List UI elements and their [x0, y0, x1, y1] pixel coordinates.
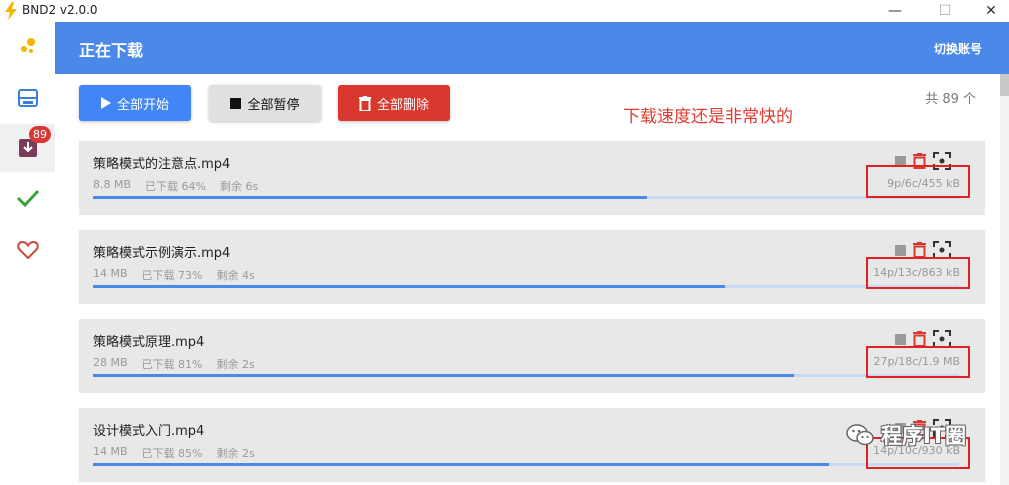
task-meta: 14 MB 已下载 85% 剩余 2s: [93, 445, 255, 461]
page-title: 正在下载: [79, 41, 144, 60]
trash-icon[interactable]: [913, 331, 926, 347]
speed-annotation: 下载速度还是非常快的: [623, 107, 793, 127]
task-card[interactable]: 策略模式示例演示.mp4 14 MB 已下载 73% 剩余 4s 14p/13c…: [79, 230, 985, 304]
sidebar-item-inbox[interactable]: [0, 74, 55, 122]
task-size: 14 MB: [93, 267, 128, 280]
pause-all-label: 全部暂停: [247, 97, 300, 113]
stop-icon[interactable]: [895, 244, 906, 256]
delete-all-label: 全部删除: [376, 97, 429, 113]
inbox-icon: [17, 89, 38, 107]
task-remaining: 剩余 6s: [219, 180, 259, 193]
task-progress-bar: [93, 463, 959, 466]
minimize-button[interactable]: —: [872, 0, 918, 22]
sidebar-item-logo[interactable]: [0, 22, 55, 70]
task-size: 8.8 MB: [93, 178, 132, 191]
task-downloaded: 已下载 64%: [145, 180, 206, 193]
sidebar: 89: [0, 22, 56, 485]
task-card[interactable]: 策略模式原理.mp4 28 MB 已下载 81% 剩余 2s 27p/18c/1…: [79, 319, 985, 393]
maximize-button[interactable]: ☐: [922, 0, 968, 22]
task-progress-fill: [93, 285, 726, 288]
trash-icon: [358, 95, 371, 111]
checkmark-icon: [16, 189, 39, 208]
trash-icon[interactable]: [913, 242, 926, 258]
downloading-count-badge: 89: [29, 126, 51, 143]
task-downloaded: 已下载 81%: [141, 358, 203, 371]
switch-account-link[interactable]: 切换账号: [934, 40, 982, 57]
dots-logo-icon: [20, 38, 35, 53]
start-all-label: 全部开始: [116, 97, 169, 113]
sidebar-item-favorites[interactable]: [0, 226, 55, 274]
sidebar-item-downloading[interactable]: 89: [0, 124, 55, 172]
task-size: 28 MB: [93, 356, 128, 369]
title-bar: BND2 v2.0.0 — ☐ ✕: [0, 0, 1009, 22]
task-size: 14 MB: [93, 445, 128, 458]
task-progress-fill: [93, 463, 830, 466]
sidebar-item-completed[interactable]: [0, 174, 55, 222]
task-progress-fill: [93, 374, 795, 377]
task-downloaded: 已下载 85%: [141, 447, 203, 460]
start-all-button[interactable]: 全部开始: [79, 85, 191, 121]
watermark-text: 程序IT圈: [881, 424, 967, 448]
wechat-icon: [846, 424, 874, 446]
close-button[interactable]: ✕: [968, 0, 1009, 22]
play-icon: [100, 97, 111, 109]
task-meta: 28 MB 已下载 81% 剩余 2s: [93, 356, 255, 372]
task-filename: 设计模式入门.mp4: [93, 424, 205, 439]
heart-icon: [16, 240, 39, 260]
task-filename: 策略模式示例演示.mp4: [93, 246, 231, 261]
pause-all-button[interactable]: 全部暂停: [209, 85, 321, 121]
task-progress-bar: [93, 374, 959, 377]
task-card[interactable]: 策略模式的注意点.mp4 8.8 MB 已下载 64% 剩余 6s 9p/6c/…: [79, 141, 985, 215]
task-meta: 14 MB 已下载 73% 剩余 4s: [93, 267, 255, 283]
task-progress-bar: [93, 285, 959, 288]
task-remaining: 剩余 4s: [216, 269, 255, 282]
speed-highlight-box: [866, 257, 970, 289]
delete-all-button[interactable]: 全部删除: [338, 85, 450, 121]
task-downloaded: 已下载 73%: [141, 269, 203, 282]
speed-highlight-box: [866, 165, 970, 198]
scrollbar-thumb[interactable]: [1000, 74, 1009, 96]
total-count: 共 89 个: [925, 92, 976, 107]
lightning-icon: [5, 2, 17, 20]
task-remaining: 剩余 2s: [216, 447, 255, 460]
stop-icon: [230, 97, 242, 109]
task-meta: 8.8 MB 已下载 64% 剩余 6s: [93, 178, 258, 194]
task-progress-fill: [93, 196, 648, 199]
task-filename: 策略模式原理.mp4: [93, 335, 205, 350]
stop-icon[interactable]: [895, 333, 906, 345]
task-filename: 策略模式的注意点.mp4: [93, 157, 231, 172]
window-title: BND2 v2.0.0: [22, 3, 98, 17]
watermark: 程序IT圈: [845, 420, 966, 450]
task-progress-bar: [93, 196, 959, 199]
page-header: 正在下载 切换账号: [55, 22, 1009, 74]
speed-highlight-box: [866, 346, 970, 378]
scrollbar[interactable]: [1000, 74, 1009, 485]
task-remaining: 剩余 2s: [216, 358, 255, 371]
